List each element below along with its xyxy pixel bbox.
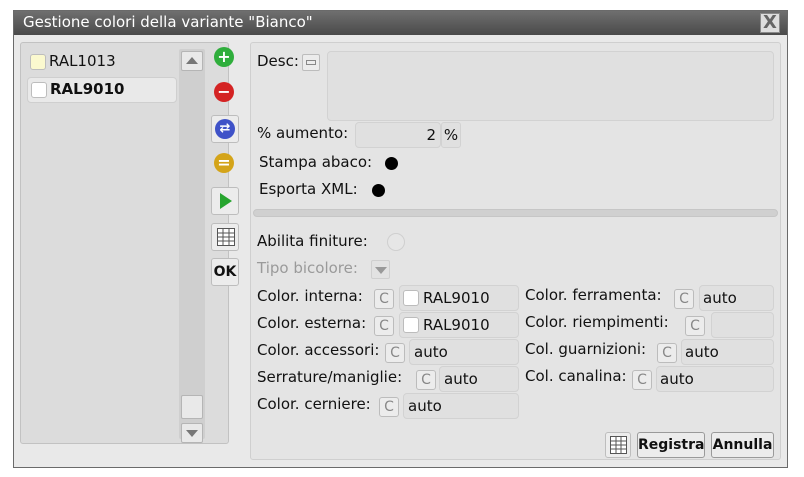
canalina-label: Col. canalina: (525, 367, 627, 385)
aumento-label: % aumento: (257, 124, 349, 142)
interna-field[interactable]: RAL9010 (399, 285, 519, 311)
minus-icon: − (214, 82, 234, 102)
plus-icon: + (214, 47, 234, 67)
ferramenta-label: Color. ferramenta: (525, 286, 662, 304)
grid-export-button[interactable] (605, 432, 631, 458)
add-button[interactable]: + (211, 44, 239, 72)
interna-swatch (403, 290, 419, 306)
tipo-bicolore-dropdown[interactable] (371, 260, 390, 279)
guarnizioni-value: auto (685, 343, 719, 361)
tipo-bicolore-label: Tipo bicolore: (257, 259, 358, 277)
cerniere-value: auto (408, 397, 442, 415)
table-button[interactable] (211, 223, 239, 251)
esterna-swatch (403, 317, 419, 333)
abilita-finiture-toggle[interactable] (387, 233, 405, 251)
accessori-field[interactable]: auto (409, 339, 519, 365)
esterna-value: RAL9010 (423, 316, 490, 334)
aumento-value: 2 (426, 126, 436, 144)
duplicate-icon: ⇄ (215, 119, 235, 139)
abilita-finiture-label: Abilita finiture: (257, 232, 368, 250)
color-list-panel: RAL1013 RAL9010 (20, 42, 229, 444)
canalina-c-button[interactable]: C (632, 370, 652, 390)
esterna-label: Color. esterna: (257, 314, 367, 332)
list-item-ral9010[interactable]: RAL9010 (27, 77, 177, 103)
scroll-down-button[interactable] (181, 423, 203, 443)
table-icon (217, 228, 235, 246)
cerniere-label: Color. cerniere: (257, 395, 371, 413)
ok-button[interactable]: OK (211, 258, 239, 286)
guarnizioni-c-button[interactable]: C (657, 343, 677, 363)
close-button[interactable]: X (760, 13, 780, 33)
serrature-c-button[interactable]: C (416, 370, 436, 390)
serrature-field[interactable]: auto (439, 366, 519, 392)
riempimenti-field[interactable] (711, 312, 774, 338)
cerniere-field[interactable]: auto (403, 393, 519, 419)
stampa-abaco-toggle[interactable] (385, 157, 398, 170)
interna-label: Color. interna: (257, 287, 363, 305)
cerniere-c-button[interactable]: C (379, 397, 399, 417)
stampa-abaco-label: Stampa abaco: (259, 153, 373, 171)
title-bar: Gestione colori della variante "Bianco" … (14, 11, 787, 35)
esterna-field[interactable]: RAL9010 (399, 312, 519, 338)
ferramenta-value: auto (703, 289, 737, 307)
chevron-down-icon (375, 267, 387, 274)
play-icon (220, 193, 232, 209)
color-swatch (30, 54, 46, 70)
desc-textarea[interactable] (327, 51, 774, 121)
registra-button[interactable]: Registra (637, 432, 705, 458)
canalina-field[interactable]: auto (656, 366, 774, 392)
list-item-label: RAL1013 (49, 52, 116, 70)
list-scrollbar[interactable] (179, 49, 205, 443)
duplicate-button[interactable]: ⇄ (211, 115, 239, 143)
serrature-label: Serrature/maniglie: (257, 368, 403, 386)
color-dialog: Gestione colori della variante "Bianco" … (13, 10, 788, 468)
scroll-thumb[interactable] (181, 395, 203, 419)
desc-label: Desc: (257, 52, 299, 70)
interna-value: RAL9010 (423, 289, 490, 307)
serrature-value: auto (444, 370, 478, 388)
arrow-up-icon (186, 57, 198, 64)
color-swatch (31, 82, 47, 98)
esterna-c-button[interactable]: C (374, 316, 394, 336)
percent-button[interactable]: % (441, 122, 461, 148)
accessori-c-button[interactable]: C (385, 343, 405, 363)
equal-button[interactable]: = (211, 150, 239, 178)
riempimenti-c-button[interactable]: C (685, 316, 705, 336)
equal-icon: = (214, 153, 234, 173)
separator-bar (253, 209, 778, 217)
guarnizioni-label: Col. guarnizioni: (525, 340, 647, 358)
esporta-xml-label: Esporta XML: (259, 180, 358, 198)
canalina-value: auto (660, 370, 694, 388)
table-icon (610, 436, 627, 454)
form-panel: Desc: % aumento: 2 % Stampa abaco: Espor… (250, 42, 781, 460)
text-icon (306, 60, 316, 65)
aumento-input[interactable]: 2 (355, 122, 441, 148)
ferramenta-field[interactable]: auto (699, 285, 774, 311)
list-item-label: RAL9010 (50, 80, 125, 98)
accessori-label: Color. accessori: (257, 341, 380, 359)
interna-c-button[interactable]: C (374, 289, 394, 309)
desc-edit-button[interactable] (302, 54, 320, 71)
riempimenti-label: Color. riempimenti: (525, 313, 669, 331)
list-item-ral1013[interactable]: RAL1013 (27, 49, 177, 75)
arrow-down-icon (186, 430, 198, 437)
esporta-xml-toggle[interactable] (372, 184, 385, 197)
ferramenta-c-button[interactable]: C (674, 289, 694, 309)
guarnizioni-field[interactable]: auto (681, 339, 774, 365)
scroll-up-button[interactable] (181, 51, 203, 71)
accessori-value: auto (414, 343, 448, 361)
annulla-button[interactable]: Annulla (711, 432, 774, 458)
window-title: Gestione colori della variante "Bianco" (23, 13, 313, 31)
remove-button[interactable]: − (211, 79, 239, 107)
play-button[interactable] (211, 187, 239, 215)
